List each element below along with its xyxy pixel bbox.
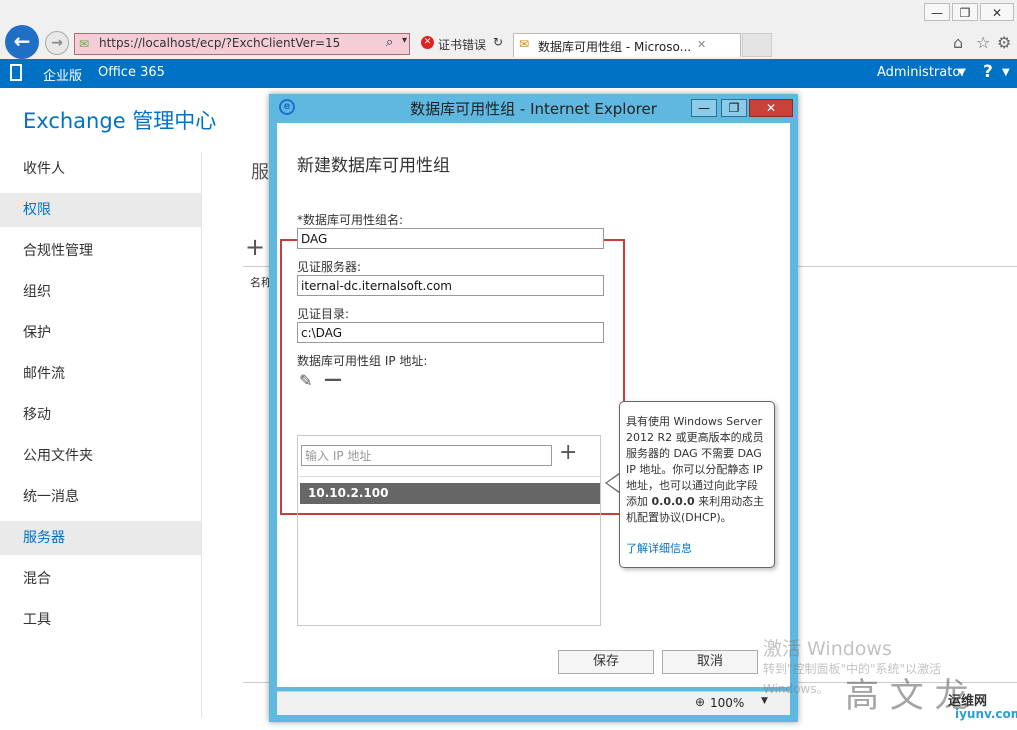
forward-arrow-icon[interactable]: → (45, 31, 69, 55)
window-restore-button[interactable]: ❐ (952, 3, 978, 21)
appbar-user[interactable]: Administrator (877, 65, 966, 80)
ip-address-input[interactable] (301, 445, 552, 466)
tab-dag[interactable]: ✉ 数据库可用性组 - Microso... ✕ (513, 33, 741, 57)
office-logo-icon (10, 64, 22, 81)
sidebar-item[interactable]: 收件人 (0, 152, 201, 186)
cert-error-icon[interactable]: ✕ (421, 36, 434, 49)
witness-server-label: 见证服务器: (297, 260, 362, 274)
add-icon[interactable]: + (245, 233, 265, 261)
sidebar-item[interactable]: 工具 (0, 603, 201, 637)
app-bar: 企业版 Office 365 Administrator ▼ ? ▼ (0, 59, 1017, 88)
dialog-title: 数据库可用性组 - Internet Explorer (410, 100, 657, 118)
activation-watermark-line2: Windows。 (763, 682, 829, 696)
zoom-icon[interactable]: ⊕ (695, 695, 705, 709)
sidebar-item[interactable]: 服务器 (0, 521, 201, 555)
witness-dir-label: 见证目录: (297, 307, 350, 321)
tab-page-icon: ✉ (519, 37, 530, 51)
cancel-button[interactable]: 取消 (662, 650, 758, 674)
zoom-level[interactable]: 100% (710, 696, 744, 710)
remove-minus-icon[interactable]: — (324, 369, 342, 390)
zoom-chevron-down-icon[interactable]: ▼ (761, 696, 768, 706)
home-icon[interactable]: ⌂ (953, 33, 963, 52)
sidebar-item[interactable]: 邮件流 (0, 357, 201, 391)
learn-more-link[interactable]: 了解详细信息 (626, 541, 692, 557)
edit-pencil-icon[interactable]: ✎ (299, 371, 312, 390)
dag-name-input[interactable] (297, 228, 604, 249)
settings-gear-icon[interactable]: ⚙ (997, 33, 1011, 52)
callout-text: 具有使用 Windows Server 2012 R2 或更高版本的成员服务器的… (626, 415, 765, 524)
ip-list-box: + 10.10.2.100 (297, 435, 601, 626)
ip-address-label: 数据库可用性组 IP 地址: (297, 354, 428, 368)
dag-name-label: *数据库可用性组名: (297, 213, 404, 227)
browser-chrome: — ❐ ✕ ← → ✉ https://localhost/ecp/?ExchC… (0, 0, 1017, 60)
cert-error-label[interactable]: 证书错误 (438, 36, 486, 53)
page-icon: ✉ (79, 37, 90, 51)
sidebar-item[interactable]: 移动 (0, 398, 201, 432)
dialog-close-button[interactable]: ✕ (749, 99, 793, 117)
add-ip-icon[interactable]: + (559, 440, 577, 465)
divider (298, 476, 600, 477)
sidebar-item[interactable]: 统一消息 (0, 480, 201, 514)
dialog-restore-button[interactable]: ❐ (721, 99, 747, 117)
chevron-down-icon[interactable]: ▾ (402, 35, 407, 46)
ip-list-item[interactable]: 10.10.2.100 (300, 483, 600, 504)
sidebar-item[interactable]: 公用文件夹 (0, 439, 201, 473)
refresh-icon[interactable]: ↻ (493, 35, 503, 49)
back-arrow-icon[interactable]: ← (5, 25, 39, 59)
witness-dir-input[interactable] (297, 322, 604, 343)
sidebar-item[interactable]: 混合 (0, 562, 201, 596)
sidebar-item[interactable]: 合规性管理 (0, 234, 201, 268)
content-heading: 服 (251, 162, 269, 183)
address-bar[interactable]: ✉ https://localhost/ecp/?ExchClientVer=1… (74, 33, 410, 55)
user-chevron-down-icon[interactable]: ▼ (958, 67, 966, 78)
search-icon[interactable]: ⌕ (386, 35, 393, 50)
appbar-edition[interactable]: 企业版 (43, 65, 82, 84)
favorites-star-icon[interactable]: ☆ (976, 33, 990, 52)
info-callout: 具有使用 Windows Server 2012 R2 或更高版本的成员服务器的… (619, 401, 775, 568)
appbar-office365[interactable]: Office 365 (98, 65, 165, 80)
new-tab-button[interactable] (742, 33, 772, 57)
address-text: https://localhost/ecp/?ExchClientVer=15 (99, 36, 341, 50)
help-chevron-down-icon[interactable]: ▼ (1002, 67, 1010, 78)
nav-divider (201, 152, 202, 718)
window-minimize-button[interactable]: — (924, 3, 950, 21)
window-close-button[interactable]: ✕ (980, 3, 1014, 21)
sidebar-item[interactable]: 组织 (0, 275, 201, 309)
sidebar-item[interactable]: 保护 (0, 316, 201, 350)
witness-server-input[interactable] (297, 275, 604, 296)
activation-watermark-title: 激活 Windows (763, 638, 892, 660)
save-button[interactable]: 保存 (558, 650, 654, 674)
dialog-minimize-button[interactable]: — (691, 99, 717, 117)
page-title: Exchange 管理中心 (23, 109, 217, 133)
dialog-heading: 新建数据库可用性组 (297, 156, 450, 176)
dialog-status-bar: ⊕ 100% ▼ (277, 691, 790, 715)
sidebar-item[interactable]: 权限 (0, 193, 201, 227)
tab-title: 数据库可用性组 - Microso... (538, 40, 692, 54)
tab-close-icon[interactable]: ✕ (697, 38, 706, 51)
help-button[interactable]: ? (983, 62, 993, 82)
site-watermark-url: iyunv.com (955, 707, 1017, 721)
